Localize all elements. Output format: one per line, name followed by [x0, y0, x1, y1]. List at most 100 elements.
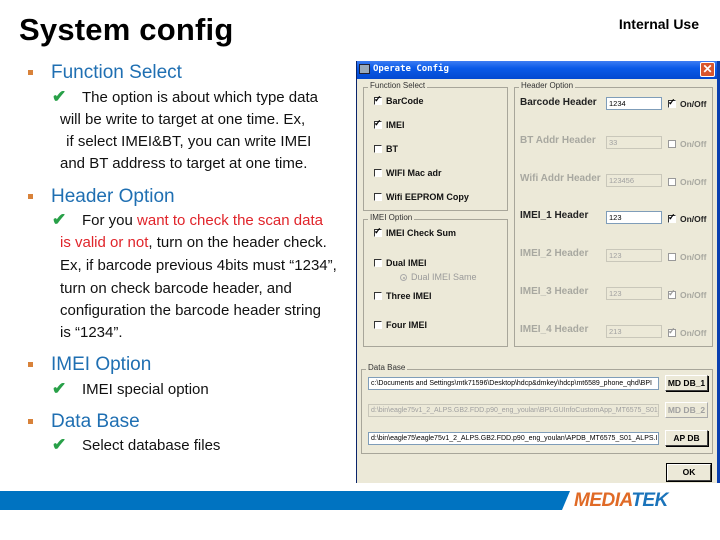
logo-part-media: MEDIA	[574, 490, 632, 511]
ok-button[interactable]: OK	[666, 463, 712, 482]
toggle-label: On/Off	[680, 252, 707, 262]
header-label-imei-2: IMEI_2 Header	[520, 248, 589, 259]
operate-config-dialog: Operate Config ✕ Function Select BarCode…	[356, 61, 720, 483]
checkbox-imei-check-sum[interactable]: IMEI Check Sum	[374, 226, 457, 238]
checkbox-label: Three IMEI	[386, 291, 432, 301]
checkbox-box[interactable]	[374, 145, 382, 153]
checkbox-label: IMEI Check Sum	[386, 228, 457, 238]
checkbox-wifi-mac[interactable]: WIFI Mac adr	[374, 168, 442, 178]
toggle-label: On/Off	[680, 139, 707, 149]
checkbox-box[interactable]	[668, 253, 676, 261]
radio-label: Dual IMEI Same	[411, 272, 477, 282]
text-line: is “1234”.	[60, 324, 123, 341]
checkbox-label: BarCode	[386, 96, 424, 106]
radio-button[interactable]	[400, 273, 407, 281]
checkbox-box[interactable]	[374, 94, 382, 105]
checkbox-label: Wifi EEPROM Copy	[386, 192, 469, 202]
wifi-addr-header-input[interactable]: 123456	[606, 174, 662, 187]
checkmark-icon: ✔	[52, 435, 67, 454]
text-line: turn on check barcode header, and	[60, 280, 292, 297]
checkmark-icon: ✔	[52, 87, 67, 106]
md-db-1-path-input[interactable]: c:\Documents and Settings\mtk71596\Deskt…	[368, 377, 659, 390]
checkbox-imei[interactable]: IMEI	[374, 118, 405, 130]
text-highlight: want to check the scan data	[137, 212, 323, 229]
checkbox-box[interactable]	[668, 178, 676, 186]
section-title: Data Base	[51, 411, 140, 432]
toggle-label: On/Off	[680, 99, 707, 109]
checkbox-box[interactable]	[374, 292, 382, 300]
bullet-square-icon	[28, 419, 33, 424]
checkbox-box[interactable]	[374, 118, 382, 129]
checkbox-box[interactable]	[668, 288, 676, 299]
text-highlight: is valid or not	[60, 234, 149, 251]
function-select-group: Function Select BarCode IMEI BT WIFI Mac…	[363, 81, 508, 211]
section-title: IMEI Option	[51, 354, 152, 375]
checkbox-barcode[interactable]: BarCode	[374, 94, 424, 106]
bt-addr-header-toggle[interactable]: On/Off	[668, 139, 706, 149]
imei-3-header-input[interactable]: 123	[606, 287, 662, 300]
header-label-imei-1: IMEI_1 Header	[520, 210, 589, 221]
text-line: Select database files	[82, 437, 221, 454]
imei-2-header-toggle[interactable]: On/Off	[668, 252, 706, 262]
mediatek-logo: MEDIATEK	[574, 490, 668, 512]
text-line: Ex, if barcode previous 4bits must “1234…	[60, 257, 337, 274]
checkbox-bt[interactable]: BT	[374, 144, 398, 154]
checkbox-wifi-eeprom[interactable]: Wifi EEPROM Copy	[374, 192, 469, 202]
imei-1-header-input[interactable]: 123	[606, 211, 662, 224]
imei-4-header-toggle[interactable]: On/Off	[668, 326, 707, 338]
wifi-addr-header-toggle[interactable]: On/Off	[668, 177, 706, 187]
checkbox-box[interactable]	[374, 169, 382, 177]
close-icon[interactable]: ✕	[700, 62, 715, 77]
barcode-header-input[interactable]: 1234	[606, 97, 662, 110]
radio-dual-imei-same[interactable]: Dual IMEI Same	[400, 272, 477, 282]
toggle-label: On/Off	[680, 177, 707, 187]
ap-db-button[interactable]: AP DB	[665, 430, 708, 446]
classification-label: Internal Use	[618, 16, 699, 32]
bullet-square-icon	[28, 362, 33, 367]
header-label-imei-4: IMEI_4 Header	[520, 324, 589, 335]
toggle-label: On/Off	[680, 328, 707, 338]
text-plain: , turn on the header check.	[148, 234, 327, 251]
imei-2-header-input[interactable]: 123	[606, 249, 662, 262]
imei-1-header-toggle[interactable]: On/Off	[668, 212, 707, 224]
toggle-label: On/Off	[680, 214, 707, 224]
group-label: Data Base	[366, 363, 408, 372]
group-label: Function Select	[368, 81, 428, 90]
checkbox-box[interactable]	[374, 226, 382, 237]
checkbox-box[interactable]	[374, 259, 382, 267]
section-title: Header Option	[51, 186, 175, 207]
checkbox-three-imei[interactable]: Three IMEI	[374, 291, 432, 301]
text-line: will be write to target at one time. Ex,	[60, 111, 306, 128]
logo-part-tek: TEK	[631, 490, 668, 511]
imei-3-header-toggle[interactable]: On/Off	[668, 288, 706, 300]
md-db-1-button[interactable]: MD DB_1	[665, 375, 708, 391]
barcode-header-toggle[interactable]: On/Off	[668, 97, 707, 109]
md-db-2-button[interactable]: MD DB_2	[665, 402, 708, 418]
checkmark-icon: ✔	[52, 379, 67, 398]
checkbox-dual-imei[interactable]: Dual IMEI	[374, 258, 427, 268]
checkbox-box[interactable]	[668, 97, 676, 108]
imei-option-group: IMEI Option IMEI Check Sum Dual IMEI Dua…	[363, 213, 508, 347]
text-line: IMEI special option	[82, 381, 209, 398]
dialog-titlebar[interactable]: Operate Config ✕	[357, 61, 717, 79]
checkbox-label: WIFI Mac adr	[386, 168, 442, 178]
bt-addr-header-input[interactable]: 33	[606, 136, 662, 149]
checkbox-box[interactable]	[668, 326, 676, 337]
checkbox-four-imei[interactable]: Four IMEI	[374, 320, 427, 330]
group-label: IMEI Option	[368, 213, 415, 222]
checkbox-box[interactable]	[668, 140, 676, 148]
imei-4-header-input[interactable]: 213	[606, 325, 662, 338]
md-db-2-path-input[interactable]: d:\bin\eagle75v1_2_ALPS.GB2.FDD.p90_eng_…	[368, 404, 659, 417]
text-line: The option is about which type data	[82, 89, 318, 106]
bullet-square-icon	[28, 70, 33, 75]
bullet-square-icon	[28, 194, 33, 199]
checkbox-box[interactable]	[374, 193, 382, 201]
text-line: configuration the barcode header string	[60, 302, 322, 319]
checkbox-box[interactable]	[374, 321, 382, 329]
checkbox-label: BT	[386, 144, 398, 154]
ap-db-path-input[interactable]: d:\bin\eagle75\eagle75v1_2_ALPS.GB2.FDD.…	[368, 432, 659, 445]
section-title: Function Select	[51, 62, 182, 83]
text-line: For you want to check the scan data	[82, 212, 323, 229]
text-line: is valid or not, turn on the header chec…	[60, 234, 327, 251]
checkbox-box[interactable]	[668, 212, 676, 223]
